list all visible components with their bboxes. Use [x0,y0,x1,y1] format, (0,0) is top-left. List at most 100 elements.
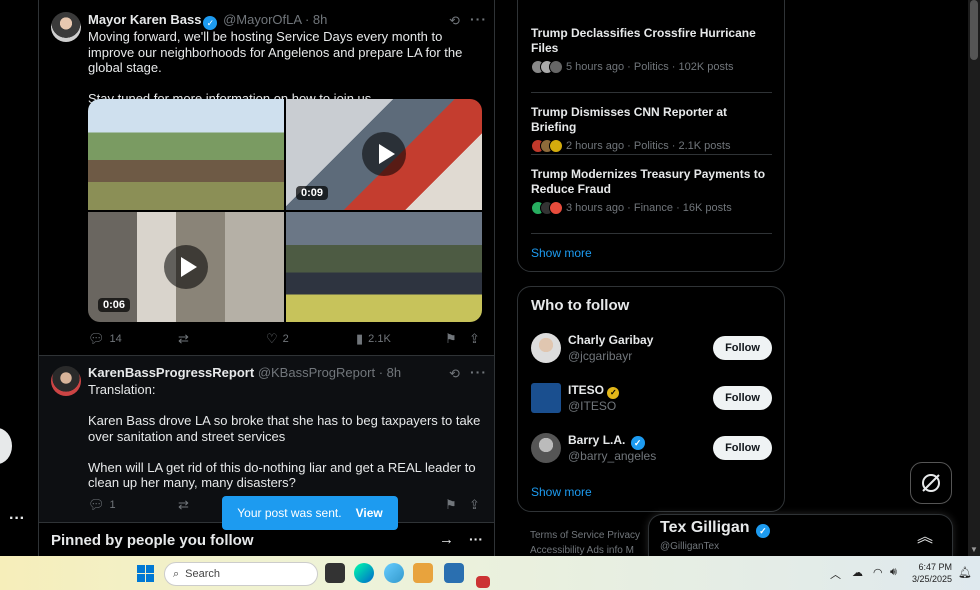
media-player-icon[interactable] [413,563,433,583]
task-view-icon[interactable] [325,563,345,583]
clock[interactable]: 6:47 PM 3/25/2025 [912,561,952,585]
trend-title: Trump Modernizes Treasury Payments to Re… [531,167,766,196]
notification-icon[interactable]: 🔔︎ [958,566,972,579]
cloud-icon[interactable]: ☁ [852,566,863,579]
grok-icon[interactable]: ⟲ [449,13,460,29]
footer-links: Terms of Service Privacy Accessibility A… [530,528,650,558]
clock-time: 6:47 PM [918,562,953,572]
trend-item[interactable]: Trump Declassifies Crossfire Hurricane F… [531,26,772,74]
snipping-icon[interactable] [476,576,490,588]
author-name[interactable]: Mayor Karen Bass [88,12,201,27]
arrow-right-icon[interactable]: → [439,531,454,548]
avatar[interactable] [531,433,561,463]
search-icon: ⌕ [173,567,180,580]
author-handle[interactable]: @MayorOfLA [223,12,301,27]
repost-button[interactable]: ⇄ [178,331,194,347]
taskbar: ⌕ Search ︿ ☁ ◠ 🔊︎ 6:47 PM 3/25/2025 🔔︎ [0,556,980,590]
reply-count: 14 [109,333,122,345]
photo[interactable] [286,211,482,322]
avatar[interactable] [51,12,81,42]
video[interactable]: 0:09 [286,99,482,210]
clock-date: 3/25/2025 [912,574,953,584]
expand-icon[interactable]: ︽ [917,523,933,547]
verified-org-badge-icon: ✓ [607,387,620,399]
trends-panel: Trump Declassifies Crossfire Hurricane F… [517,0,785,272]
user-handle: @jcgaribayr [568,349,633,363]
trend-meta: 5 hours ago · Politics · 102K posts [566,61,734,73]
scrollbar[interactable]: ▼ [968,0,980,556]
tweet-header: Mayor Karen Bass ✓ @MayorOfLA · 8h [88,12,327,30]
trend-item[interactable]: Trump Dismisses CNN Reporter at Briefing… [531,105,772,153]
user-name-row[interactable]: ITESO ✓ [568,383,620,399]
post-sent-toast: Your post was sent. View [222,496,398,530]
follow-button[interactable]: Follow [713,386,772,410]
toast-view-link[interactable]: View [356,506,383,520]
bookmark-button[interactable]: ⚑ [445,497,457,513]
photo[interactable] [88,99,284,210]
more-icon[interactable]: ··· [470,364,487,380]
notepad-icon[interactable] [444,563,464,583]
user-handle: @ITESO [568,399,617,413]
more-icon[interactable]: ··· [469,531,483,547]
windows-start-icon[interactable] [137,565,154,582]
user-name[interactable]: Charly Garibay [568,333,653,347]
follow-show-more-link[interactable]: Show more [531,485,592,499]
taskbar-search[interactable]: ⌕ Search [164,562,318,586]
grok-icon[interactable]: ⟲ [449,366,460,382]
like-count: 2 [282,333,289,345]
share-button[interactable]: ⇪ [469,331,480,347]
reply-button[interactable]: 💬︎ 14 [88,331,122,347]
tweet-time[interactable]: · 8h [379,365,401,380]
tweet-time[interactable]: · 8h [305,12,327,27]
pinned-section-title: Pinned by people you follow [51,532,254,549]
play-icon[interactable] [362,132,406,177]
avatar[interactable] [531,383,561,413]
views-button[interactable]: ▮ 2.1K [356,331,391,347]
follow-suggestion[interactable]: ITESO ✓ @ITESO Follow [531,383,772,415]
bookmark-button[interactable]: ⚑ [445,331,457,347]
app-icon[interactable] [384,563,404,583]
more-icon[interactable]: ··· [470,11,487,27]
user-name: Barry L.A. [568,433,626,447]
follow-suggestion[interactable]: Barry L.A. ✓ @barry_angeles Follow [531,433,772,465]
follow-suggestion[interactable]: Charly Garibay @jcgaribayr Follow [531,333,772,365]
wifi-icon[interactable]: ◠ [873,566,883,579]
reply-button[interactable]: 💬︎ 1 [88,497,116,513]
view-count: 2.1K [368,333,391,345]
volume-icon[interactable]: 🔊︎ [890,566,897,579]
trend-meta: 2 hours ago · Politics · 2.1K posts [566,140,731,152]
message-contact-handle: @GilliganTex [660,541,720,552]
author-name[interactable]: KarenBassProgressReport [88,365,254,380]
scrollbar-thumb[interactable] [970,0,978,60]
repost-icon: ⇄ [178,497,189,512]
grok-button[interactable] [910,462,952,504]
author-handle[interactable]: @KBassProgReport [258,365,375,380]
message-contact-name: Tex Gilligan [660,519,750,536]
tweet-text: Moving forward, we'll be hosting Service… [88,29,463,106]
reply-icon: 💬︎ [88,497,105,512]
messages-drawer[interactable]: Tex Gilligan ✓ @GilliganTex ︽ [648,514,953,556]
trend-item[interactable]: Trump Modernizes Treasury Payments to Re… [531,167,772,215]
verified-badge-icon: ✓ [630,436,645,450]
avatar[interactable] [531,333,561,363]
repost-button[interactable]: ⇄ [178,497,189,513]
account-avatar-button[interactable] [0,428,12,464]
share-button[interactable]: ⇪ [469,497,480,513]
play-icon[interactable] [164,244,208,289]
edge-icon[interactable] [354,563,374,583]
follow-button[interactable]: Follow [713,336,772,360]
trend-avatars [531,60,563,74]
follow-button[interactable]: Follow [713,436,772,460]
like-button[interactable]: ♡ 2 [266,331,289,347]
avatar[interactable] [51,366,81,396]
tweet[interactable]: Mayor Karen Bass ✓ @MayorOfLA · 8h ⟲ ··· … [39,0,494,356]
more-options-icon[interactable]: ··· [9,510,25,528]
scroll-down-icon[interactable]: ▼ [970,545,978,554]
user-name-row[interactable]: Barry L.A. ✓ [568,433,647,450]
footer-line[interactable]: Terms of Service Privacy [530,528,650,543]
tweet-actions: 💬︎ 14 ⇄ ♡ 2 ▮ 2.1K ⚑ ⇪ [88,331,483,349]
verified-badge-icon: ✓ [755,524,770,538]
trends-show-more-link[interactable]: Show more [531,246,592,260]
chevron-up-icon[interactable]: ︿ [830,566,841,582]
video[interactable]: 0:06 [88,211,284,322]
